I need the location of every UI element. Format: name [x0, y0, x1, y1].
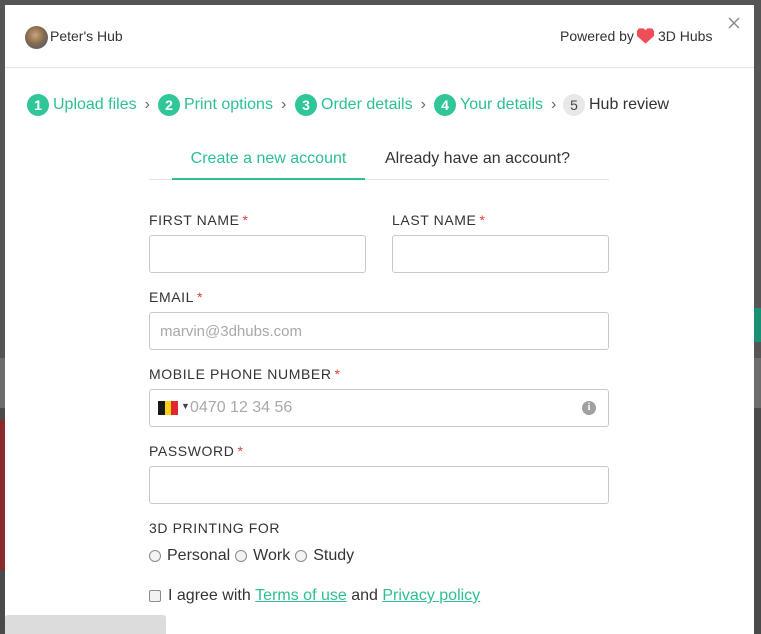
close-icon[interactable] — [725, 14, 743, 32]
agree-terms-row: I agree with Terms of use and Privacy po… — [149, 586, 480, 606]
last-name-input[interactable] — [392, 235, 609, 273]
privacy-policy-link[interactable]: Privacy policy — [382, 587, 480, 605]
account-tabs: Create a new account Already have an acc… — [149, 150, 609, 180]
backdrop-bottom-panel — [5, 615, 166, 634]
radio-personal-label: Personal — [167, 547, 231, 564]
step-number: 4 — [434, 94, 456, 116]
chevron-right-icon: › — [144, 96, 150, 113]
radio-study-label: Study — [313, 547, 355, 564]
tab-existing-account[interactable]: Already have an account? — [365, 150, 590, 180]
radio-study[interactable] — [295, 550, 308, 562]
radio-personal[interactable] — [149, 550, 161, 562]
phone-input[interactable] — [190, 391, 560, 425]
step-order-details[interactable]: 3 Order details › — [295, 93, 426, 117]
password-label-text: PASSWORD — [149, 443, 235, 459]
printing-for-options: Personal Work Study — [149, 546, 359, 566]
required-mark: * — [237, 443, 244, 459]
step-label: Print options — [184, 96, 273, 113]
belgium-flag-icon[interactable] — [158, 401, 179, 415]
step-label: Hub review — [589, 96, 670, 113]
and-text: and — [351, 587, 378, 604]
step-label: Order details — [321, 96, 413, 113]
step-number: 3 — [295, 94, 317, 116]
brand-name: 3D Hubs — [658, 28, 713, 44]
phone-label: MOBILE PHONE NUMBER * — [149, 366, 341, 382]
step-print-options[interactable]: 2 Print options › — [158, 93, 286, 117]
step-hub-review: 5 Hub review — [563, 93, 669, 117]
terms-of-use-link[interactable]: Terms of use — [255, 587, 347, 605]
step-number: 1 — [27, 94, 49, 116]
step-your-details[interactable]: 4 Your details › — [434, 93, 556, 117]
radio-work[interactable] — [235, 550, 248, 562]
first-name-input[interactable] — [149, 235, 366, 273]
signup-modal: Peter's Hub Powered by 3D Hubs 1 Upload … — [5, 5, 754, 634]
checkout-steps: 1 Upload files › 2 Print options › 3 Ord… — [27, 93, 727, 117]
email-input[interactable] — [149, 312, 609, 350]
step-number: 2 — [158, 94, 180, 116]
step-label: Upload files — [53, 96, 137, 113]
first-name-label-text: FIRST NAME — [149, 212, 240, 228]
chevron-right-icon: › — [551, 96, 557, 113]
step-label: Your details — [460, 96, 544, 113]
radio-work-label: Work — [253, 547, 291, 564]
last-name-label: LAST NAME * — [392, 212, 486, 228]
chevron-right-icon: › — [280, 96, 287, 113]
tab-create-account[interactable]: Create a new account — [172, 150, 365, 180]
printing-for-label: 3D PRINTING FOR — [149, 520, 281, 536]
hub-avatar — [25, 26, 48, 49]
required-mark: * — [242, 212, 249, 228]
required-mark: * — [479, 212, 486, 228]
email-label: EMAIL * — [149, 289, 203, 305]
agree-checkbox[interactable] — [149, 590, 161, 602]
email-label-text: EMAIL — [149, 289, 195, 305]
required-mark: * — [197, 289, 204, 305]
hub-name: Peter's Hub — [50, 28, 123, 44]
step-number: 5 — [563, 94, 585, 116]
password-input[interactable] — [149, 466, 609, 504]
last-name-label-text: LAST NAME — [392, 212, 477, 228]
required-mark: * — [334, 366, 341, 382]
backdrop-green-edge — [754, 308, 761, 342]
password-label: PASSWORD * — [149, 443, 244, 459]
phone-field: ▼ i — [149, 389, 609, 427]
step-upload-files[interactable]: 1 Upload files › — [27, 93, 150, 117]
info-icon[interactable]: i — [582, 401, 596, 415]
first-name-label: FIRST NAME * — [149, 212, 249, 228]
modal-header: Peter's Hub Powered by 3D Hubs — [5, 5, 754, 68]
phone-label-text: MOBILE PHONE NUMBER — [149, 366, 332, 382]
3dhubs-logo-icon — [636, 28, 655, 44]
chevron-right-icon: › — [420, 96, 426, 113]
agree-text: I agree with — [168, 587, 251, 604]
powered-by-label: Powered by — [560, 28, 634, 44]
caret-down-icon[interactable]: ▼ — [181, 401, 190, 411]
